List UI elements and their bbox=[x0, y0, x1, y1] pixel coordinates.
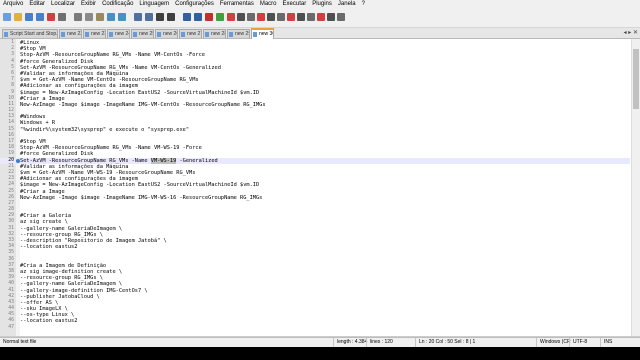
toolbar bbox=[0, 9, 640, 28]
status-insert-mode[interactable]: INS bbox=[600, 338, 640, 347]
tab-file[interactable]: new 23 bbox=[83, 29, 106, 38]
tab-bar: ◂ ▸ ✕ Script Start and Stop.txt new 22 new… bbox=[0, 28, 640, 39]
tab-file[interactable]: new 29 bbox=[227, 29, 250, 38]
tab-file[interactable]: new 25 bbox=[131, 29, 154, 38]
tab-file[interactable]: new 27 bbox=[179, 29, 202, 38]
editor-lines[interactable]: 1 #Linux 2 #Stop VM 3 Stop-AzVM -ResourceGrou… bbox=[0, 40, 630, 331]
menu-item[interactable]: Editar bbox=[26, 0, 48, 9]
copy-icon[interactable] bbox=[85, 13, 93, 21]
menu-item[interactable]: Configurações bbox=[172, 0, 217, 9]
file-icon bbox=[133, 32, 137, 37]
menu-item[interactable]: Exibir bbox=[78, 0, 99, 9]
toolbar-extra-icon[interactable] bbox=[247, 13, 255, 21]
play-macro-icon[interactable] bbox=[216, 13, 224, 21]
file-icon bbox=[61, 32, 65, 37]
toolbar-extra-icon[interactable] bbox=[257, 13, 265, 21]
tab-label: new 24 bbox=[115, 31, 130, 37]
new-file-icon[interactable] bbox=[3, 13, 11, 21]
open-icon[interactable] bbox=[14, 13, 22, 21]
save-all-icon[interactable] bbox=[36, 13, 44, 21]
tab-file[interactable]: new 24 bbox=[107, 29, 130, 38]
scroll-thumb[interactable] bbox=[633, 49, 639, 109]
print-icon[interactable] bbox=[58, 13, 66, 21]
status-eol[interactable]: Windows (CR LF) bbox=[536, 338, 572, 347]
file-icon bbox=[4, 32, 8, 37]
file-icon bbox=[157, 32, 161, 37]
close-icon[interactable] bbox=[47, 13, 55, 21]
replace-icon[interactable] bbox=[145, 13, 153, 21]
toolbar-extra-icon[interactable] bbox=[287, 13, 295, 21]
tab-label: new 29 bbox=[235, 31, 250, 37]
zoom-in-icon[interactable] bbox=[156, 13, 164, 21]
status-position: Ln : 20 Col : 50 Sel : 8 | 1 bbox=[415, 338, 539, 347]
status-length: length : 4.384 bbox=[333, 338, 369, 347]
record-macro-icon[interactable] bbox=[205, 13, 213, 21]
toolbar-extra-icon[interactable] bbox=[337, 13, 345, 21]
file-icon bbox=[85, 32, 89, 37]
save-icon[interactable] bbox=[25, 13, 33, 21]
file-icon bbox=[181, 32, 185, 37]
file-icon bbox=[205, 32, 209, 37]
wrap-icon[interactable] bbox=[183, 13, 191, 21]
line-number: 47 bbox=[8, 324, 14, 330]
find-icon[interactable] bbox=[134, 13, 142, 21]
menu-item[interactable]: Janela bbox=[335, 0, 359, 9]
status-lines: lines : 120 bbox=[366, 338, 418, 347]
toolbar-extra-icon[interactable] bbox=[277, 13, 285, 21]
redo-icon[interactable] bbox=[118, 13, 126, 21]
menu-item[interactable]: Macro bbox=[257, 0, 280, 9]
tab-label: new 26 bbox=[163, 31, 178, 37]
tab-file[interactable]: new 30 bbox=[251, 28, 274, 39]
tab-label: new 27 bbox=[187, 31, 202, 37]
menu-bar: Arquivo Editar Localizar Exibir Codificação L… bbox=[0, 0, 640, 9]
file-icon bbox=[253, 32, 257, 37]
toolbar-extra-icon[interactable] bbox=[237, 13, 245, 21]
paste-icon[interactable] bbox=[96, 13, 104, 21]
toolbar-extra-icon[interactable] bbox=[267, 13, 275, 21]
toolbar-extra-icon[interactable] bbox=[307, 13, 315, 21]
indent-guide-icon[interactable] bbox=[194, 13, 202, 21]
status-bar: Normal text file length : 4.384 lines : … bbox=[0, 337, 640, 347]
undo-icon[interactable] bbox=[107, 13, 115, 21]
code-line[interactable]: 47 bbox=[0, 325, 630, 331]
menu-item[interactable]: Localizar bbox=[48, 0, 78, 9]
toolbar-extra-icon[interactable] bbox=[327, 13, 335, 21]
status-file-type: Normal text file bbox=[3, 339, 37, 345]
menu-item[interactable]: Arquivo bbox=[0, 0, 26, 9]
tab-label: Script Start and Stop.txt bbox=[10, 31, 58, 37]
zoom-out-icon[interactable] bbox=[167, 13, 175, 21]
tab-label: new 23 bbox=[91, 31, 106, 37]
tab-file[interactable]: new 26 bbox=[155, 29, 178, 38]
menu-item[interactable]: Linguagem bbox=[136, 0, 172, 9]
menu-item[interactable]: Plugins bbox=[309, 0, 335, 9]
tab-label: new 30 bbox=[259, 31, 274, 37]
tab-label: new 28 bbox=[211, 31, 226, 37]
notepad-window: Arquivo Editar Localizar Exibir Codificação L… bbox=[0, 0, 640, 347]
file-icon bbox=[229, 32, 233, 37]
file-icon bbox=[109, 32, 113, 37]
tab-file[interactable]: Script Start and Stop.txt bbox=[2, 29, 58, 38]
status-encoding[interactable]: UTF-8 bbox=[569, 338, 603, 347]
toolbar-extra-icon[interactable] bbox=[297, 13, 305, 21]
menu-item[interactable]: ? bbox=[359, 0, 368, 9]
menu-item[interactable]: Ferramentas bbox=[217, 0, 257, 9]
toolbar-extra-icon[interactable] bbox=[227, 13, 235, 21]
tab-label: new 22 bbox=[67, 31, 82, 37]
tab-file[interactable]: new 28 bbox=[203, 29, 226, 38]
toolbar-extra-icon[interactable] bbox=[317, 13, 325, 21]
vertical-scrollbar[interactable] bbox=[631, 39, 640, 336]
menu-item[interactable]: Codificação bbox=[99, 0, 136, 9]
tab-scroll-arrows-icon[interactable]: ◂ ▸ ✕ bbox=[624, 29, 638, 36]
tab-file[interactable]: new 22 bbox=[59, 29, 82, 38]
selected-text: VM-WS-19 bbox=[150, 157, 177, 164]
text-editor[interactable]: 1 #Linux 2 #Stop VM 3 Stop-AzVM -ResourceGrou… bbox=[0, 39, 640, 336]
cut-icon[interactable] bbox=[74, 13, 82, 21]
tab-label: new 25 bbox=[139, 31, 154, 37]
menu-item[interactable]: Executar bbox=[280, 0, 310, 9]
